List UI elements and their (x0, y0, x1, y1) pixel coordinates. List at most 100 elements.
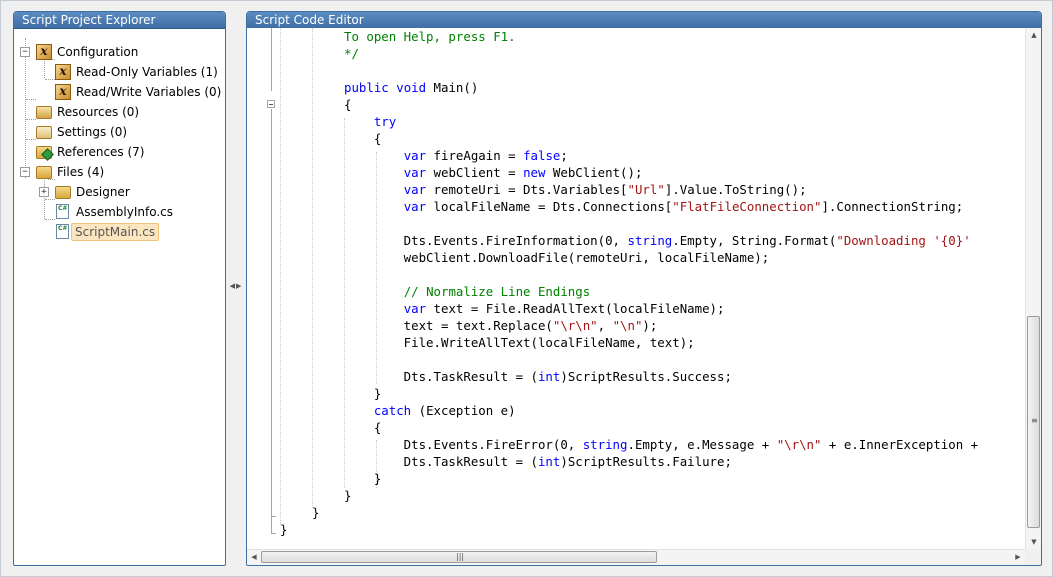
code-token: remoteUri = Dts.Variables[ (426, 182, 628, 197)
tree-item-label: AssemblyInfo.cs (76, 205, 174, 219)
tree-item-label: Configuration (57, 45, 139, 59)
horizontal-scrollbar[interactable]: ◀ ||| ▶ (247, 549, 1025, 565)
code-token: "Url" (627, 182, 665, 197)
horizontal-scroll-thumb[interactable]: ||| (261, 551, 657, 563)
tree-item-references[interactable]: References (7) (14, 143, 214, 161)
code-text-area[interactable]: To open Help, press F1. */ public void Mai… (247, 28, 1025, 549)
vertical-scroll-thumb[interactable]: ≡ (1027, 316, 1040, 528)
code-token: Dts.Events.FireError(0, (344, 437, 583, 452)
code-token: { (344, 131, 382, 146)
tree-item-resources[interactable]: Resources (0) (14, 103, 214, 121)
code-token: var (403, 301, 427, 316)
code-token: webClient.DownloadFile(remoteUri, localF… (344, 250, 770, 265)
code-token: int (537, 369, 561, 384)
collapse-toggle[interactable]: − (20, 47, 30, 57)
code-line: } (344, 385, 381, 402)
tree-item-readonly-variables[interactable]: x Read-Only Variables (1) (14, 63, 218, 81)
code-line: var localFileName = Dts.Connections["Fla… (344, 198, 964, 215)
project-explorer-title: Script Project Explorer (14, 12, 225, 29)
code-token: (Exception e) (411, 403, 516, 418)
csharp-file-icon: C# (56, 204, 69, 219)
code-token: } (280, 522, 288, 537)
code-token: public (344, 80, 389, 95)
fold-toggle[interactable] (267, 100, 275, 108)
code-token: ].ConnectionString; (821, 199, 964, 214)
code-line: Dts.Events.FireError(0, string.Empty, e.… (344, 436, 978, 453)
tree-item-label: Read-Only Variables (1) (76, 65, 218, 79)
code-line: // Normalize Line Endings (344, 283, 591, 300)
splitter-handle[interactable]: ◀▶ (229, 281, 243, 291)
code-line: { (344, 96, 351, 113)
tree-item-label: Files (4) (57, 165, 105, 179)
code-line: { (344, 419, 381, 436)
scroll-left-arrow-icon[interactable]: ◀ (247, 550, 261, 564)
code-token: WebClient(); (545, 165, 643, 180)
code-token: // Normalize Line Endings (403, 284, 591, 299)
code-token: )ScriptResults.Failure; (560, 454, 732, 469)
variables-icon: x (55, 64, 71, 80)
code-token: } (344, 471, 382, 486)
code-token: catch (373, 403, 412, 418)
code-token: string (627, 233, 673, 248)
code-token: .Empty, e.Message + (627, 437, 777, 452)
code-token: localFileName = Dts.Connections[ (426, 199, 673, 214)
variables-icon: x (36, 44, 52, 60)
tree-item-label: Settings (0) (57, 125, 128, 139)
code-token: string (582, 437, 628, 452)
code-editor-title: Script Code Editor (247, 12, 1041, 29)
code-token: "Downloading '{0}' (836, 233, 971, 248)
code-line: public void Main() (344, 79, 478, 96)
code-line: var text = File.ReadAllText(localFileNam… (344, 300, 725, 317)
code-line: } (344, 487, 351, 504)
code-line: Dts.TaskResult = (int)ScriptResults.Succ… (344, 368, 732, 385)
code-token: + e.InnerException + (821, 437, 979, 452)
tree-item-configuration[interactable]: − x Configuration (14, 43, 214, 61)
code-token: )ScriptResults.Success; (560, 369, 732, 384)
expand-toggle[interactable]: + (39, 187, 49, 197)
code-line: text = text.Replace("\r\n", "\n"); (344, 317, 658, 334)
tree-item-readwrite-variables[interactable]: x Read/Write Variables (0) (14, 83, 221, 101)
tree-item-files[interactable]: − Files (4) (14, 163, 214, 181)
code-token: var (403, 165, 427, 180)
scroll-down-arrow-icon[interactable]: ▼ (1027, 535, 1041, 549)
code-token: } (312, 505, 320, 520)
tree-item-label: Resources (0) (57, 105, 140, 119)
settings-icon (36, 126, 52, 139)
code-line: webClient.DownloadFile(remoteUri, localF… (344, 249, 770, 266)
code-token: , (597, 318, 613, 333)
references-icon (36, 146, 54, 161)
tree-item-label: Designer (76, 185, 130, 199)
code-line: try (344, 113, 396, 130)
tree-item-settings[interactable]: Settings (0) (14, 123, 214, 141)
code-token: Dts.TaskResult = ( (344, 369, 538, 384)
code-line: Dts.Events.FireInformation(0, string.Emp… (344, 232, 971, 249)
scroll-up-arrow-icon[interactable]: ▲ (1027, 28, 1041, 42)
scroll-right-arrow-icon[interactable]: ▶ (1011, 550, 1025, 564)
code-token: Main() (426, 80, 479, 95)
code-editor-panel: Script Code Editor To open Help, press F… (246, 11, 1042, 566)
code-token: "\r\n" (776, 437, 822, 452)
collapse-toggle[interactable]: − (20, 167, 30, 177)
csharp-file-icon: C# (56, 224, 69, 239)
code-line: catch (Exception e) (344, 402, 516, 419)
code-token: "\n" (612, 318, 643, 333)
code-token: "FlatFileConnection" (672, 199, 822, 214)
code-token: { (344, 97, 352, 112)
tree-item-scriptmain[interactable]: C# ScriptMain.cs (14, 223, 214, 241)
tree-item-assemblyinfo[interactable]: C# AssemblyInfo.cs (14, 203, 214, 221)
code-token: } (344, 386, 382, 401)
code-token: ); (642, 318, 658, 333)
variables-icon: x (55, 84, 71, 100)
tree-item-designer[interactable]: + Designer (14, 183, 214, 201)
code-token: File.WriteAllText(localFileName, text); (344, 335, 695, 350)
code-token: new (523, 165, 546, 180)
code-token: void (396, 80, 427, 95)
vertical-scrollbar[interactable]: ▲ ≡ ▼ (1025, 28, 1041, 549)
